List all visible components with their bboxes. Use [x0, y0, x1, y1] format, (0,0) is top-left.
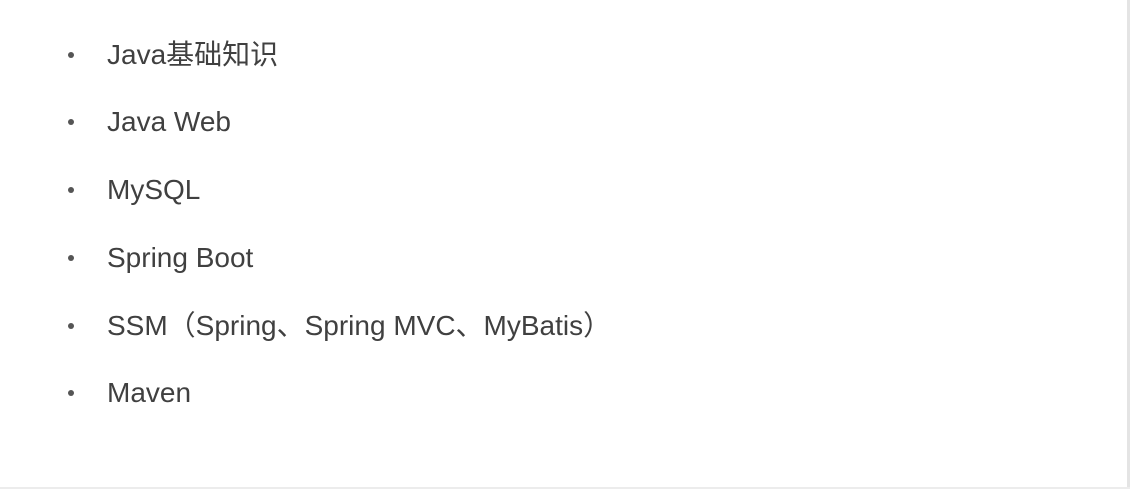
bullet-icon: [68, 390, 74, 396]
list-item-label: Java Web: [107, 106, 231, 137]
list-item: Java基础知识: [0, 34, 1000, 74]
bullet-icon: [68, 52, 74, 58]
list-item-label: Maven: [107, 377, 192, 408]
list-item: Spring Boot: [0, 237, 1000, 277]
list-item: Java Web: [0, 101, 1000, 141]
list-item-label: Spring Boot: [107, 242, 254, 273]
list-item-label: MySQL: [107, 174, 201, 205]
bullet-icon: [68, 187, 74, 193]
list-item: Maven: [0, 372, 1000, 412]
bullet-icon: [68, 119, 74, 125]
bullet-icon: [68, 323, 74, 329]
list-item-label: SSM（Spring、Spring MVC、MyBatis）: [107, 310, 612, 341]
bullet-icon: [68, 255, 74, 261]
list-item: SSM（Spring、Spring MVC、MyBatis）: [0, 305, 1000, 345]
list-item: MySQL: [0, 169, 1000, 209]
list-item-label: Java基础知识: [107, 39, 279, 70]
